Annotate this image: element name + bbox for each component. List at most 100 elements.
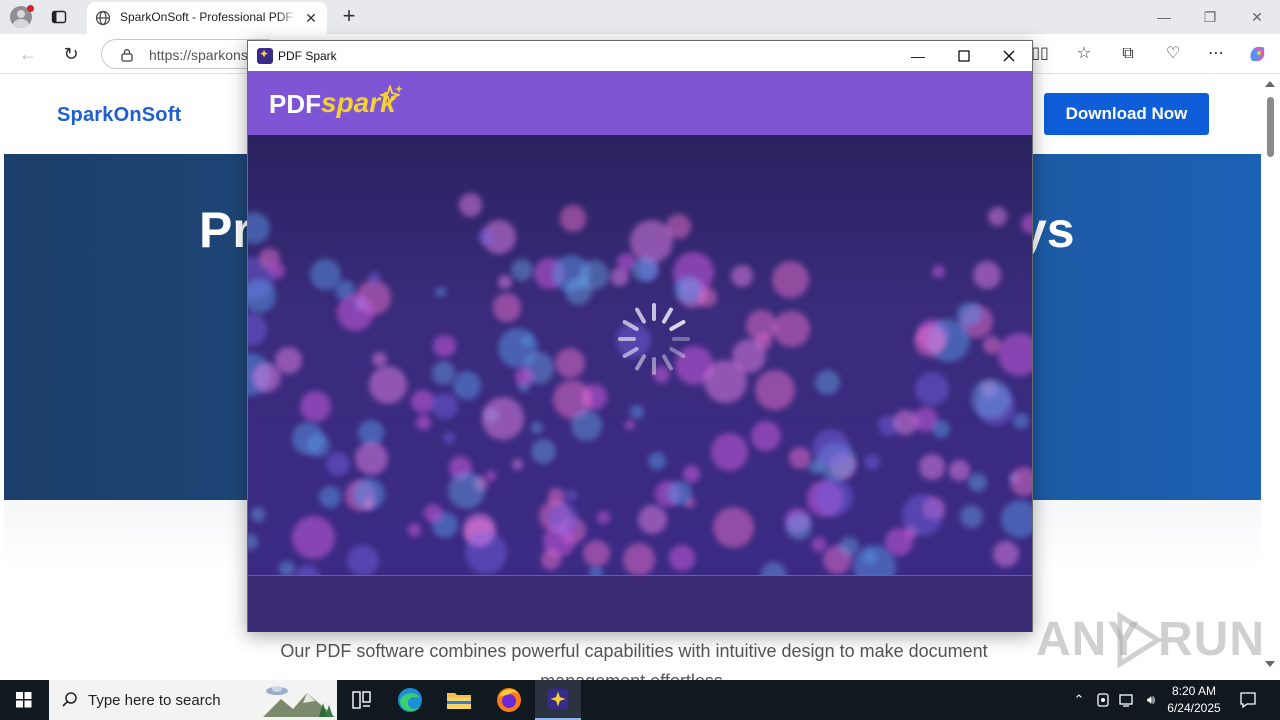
spinner-segment <box>622 320 639 331</box>
taskbar-clock[interactable]: 8:20 AM 6/24/2025 <box>1158 683 1230 717</box>
bokeh-light <box>416 415 431 430</box>
spinner-segment <box>635 354 646 371</box>
scroll-thumb[interactable] <box>1267 97 1274 157</box>
bokeh-light <box>1012 412 1029 429</box>
network-icon[interactable] <box>1118 691 1136 709</box>
scroll-down-icon[interactable] <box>1265 661 1275 667</box>
app-close-button[interactable] <box>999 46 1019 66</box>
site-logo[interactable]: SparkOnSoft <box>57 104 181 127</box>
bokeh-light <box>1009 467 1032 496</box>
bokeh-light <box>458 193 483 217</box>
browser-minimize-button[interactable]: — <box>1154 8 1174 26</box>
bokeh-light <box>248 313 267 347</box>
notifications-icon[interactable] <box>1238 690 1258 710</box>
bokeh-light <box>901 494 944 536</box>
bokeh-light <box>481 397 524 440</box>
bokeh-light <box>624 420 635 431</box>
edge-icon[interactable] <box>387 680 433 720</box>
bokeh-light <box>347 544 379 575</box>
new-tab-button[interactable]: + <box>338 5 360 27</box>
bokeh-light <box>808 459 823 475</box>
brand-pdf-text: PDF <box>269 89 321 119</box>
bokeh-light <box>839 536 859 557</box>
bokeh-light <box>570 410 602 442</box>
spinner-segment <box>662 354 673 371</box>
bokeh-light <box>371 351 387 367</box>
pdf-spark-taskbar-icon[interactable] <box>535 680 581 720</box>
search-placeholder: Type here to search <box>88 692 221 709</box>
bokeh-light <box>269 263 286 279</box>
page-scrollbar[interactable] <box>1261 75 1280 677</box>
bokeh-light <box>512 459 524 470</box>
app-brand-banner: PDF spark <box>248 71 1032 135</box>
loading-spinner-icon <box>618 303 690 375</box>
site-info-lock-icon[interactable] <box>120 48 134 62</box>
bokeh-light <box>949 460 970 481</box>
scroll-up-icon[interactable] <box>1265 81 1275 87</box>
tray-overflow-chevron-icon[interactable]: ⌃ <box>1070 691 1088 709</box>
collections-icon[interactable]: ⧉ <box>1118 44 1138 64</box>
back-arrow-icon[interactable]: ← <box>17 43 39 65</box>
bokeh-light <box>811 537 827 552</box>
windows-taskbar: Type here to search ⌃ 🔊︎ 8:20 AM 6/24/20… <box>0 680 1280 720</box>
taskbar-search-box[interactable]: Type here to search <box>49 680 337 720</box>
bokeh-light <box>630 220 673 263</box>
bokeh-light <box>279 560 296 575</box>
firefox-icon[interactable] <box>486 680 532 720</box>
app-maximize-button[interactable] <box>954 46 974 66</box>
bokeh-light <box>674 275 701 303</box>
download-now-button[interactable]: Download Now <box>1044 93 1209 135</box>
bokeh-light <box>622 543 656 575</box>
bokeh-light <box>355 441 389 475</box>
app-titlebar[interactable]: PDF Spark — <box>248 41 1032 71</box>
bokeh-light <box>862 549 877 565</box>
tray-device-icon[interactable] <box>1094 691 1112 709</box>
bokeh-light <box>731 338 767 374</box>
settings-more-icon[interactable]: ⋯ <box>1206 44 1226 64</box>
spinner-segment <box>622 347 639 358</box>
bokeh-light <box>520 334 533 348</box>
bokeh-light <box>932 265 946 278</box>
bokeh-light <box>294 565 320 575</box>
bokeh-light <box>511 258 534 281</box>
browser-tab-bar: SparkOnSoft - Professional PDF Software … <box>0 0 1280 34</box>
spinner-segment <box>669 320 686 331</box>
bokeh-light <box>250 507 266 522</box>
bokeh-light <box>932 420 951 439</box>
tab-actions-icon[interactable] <box>51 9 67 25</box>
bokeh-light <box>452 371 481 400</box>
bokeh-light <box>291 515 335 559</box>
bokeh-light <box>531 422 544 434</box>
browser-tab-active[interactable]: SparkOnSoft - Professional PDF Software … <box>87 2 327 34</box>
bokeh-light <box>632 256 658 282</box>
browser-close-button[interactable]: ✕ <box>1247 8 1267 26</box>
windows-start-icon[interactable] <box>0 680 48 720</box>
tab-close-icon[interactable]: ✕ <box>303 10 319 26</box>
bokeh-light <box>610 267 630 287</box>
browser-restore-button[interactable]: ❐ <box>1200 8 1220 26</box>
globe-icon <box>95 10 111 26</box>
bokeh-light <box>531 439 557 465</box>
bokeh-light <box>435 286 446 298</box>
bokeh-light <box>913 324 946 357</box>
task-view-icon[interactable] <box>338 680 384 720</box>
bokeh-light <box>1000 499 1032 538</box>
pdf-spark-window[interactable]: PDF Spark — PDF spark <box>247 40 1033 632</box>
app-minimize-button[interactable]: — <box>908 46 928 66</box>
reload-icon[interactable]: ↻ <box>60 43 82 65</box>
bokeh-light <box>326 452 351 477</box>
bokeh-light <box>754 369 795 411</box>
clock-time: 8:20 AM <box>1171 684 1217 698</box>
bokeh-light <box>959 505 983 529</box>
browser-essentials-icon[interactable]: ♡ <box>1163 44 1183 64</box>
favorites-star-icon[interactable]: ☆ <box>1074 44 1094 64</box>
bokeh-light <box>547 503 579 534</box>
copilot-icon[interactable] <box>1247 44 1267 64</box>
bokeh-light <box>565 489 577 502</box>
bokeh-light <box>485 470 497 481</box>
file-explorer-icon[interactable] <box>436 680 482 720</box>
split-screen-icon[interactable]: ▯▯ <box>1030 44 1050 64</box>
spinner-segment <box>669 347 686 358</box>
bokeh-light <box>993 541 1019 567</box>
bokeh-light <box>300 390 332 422</box>
